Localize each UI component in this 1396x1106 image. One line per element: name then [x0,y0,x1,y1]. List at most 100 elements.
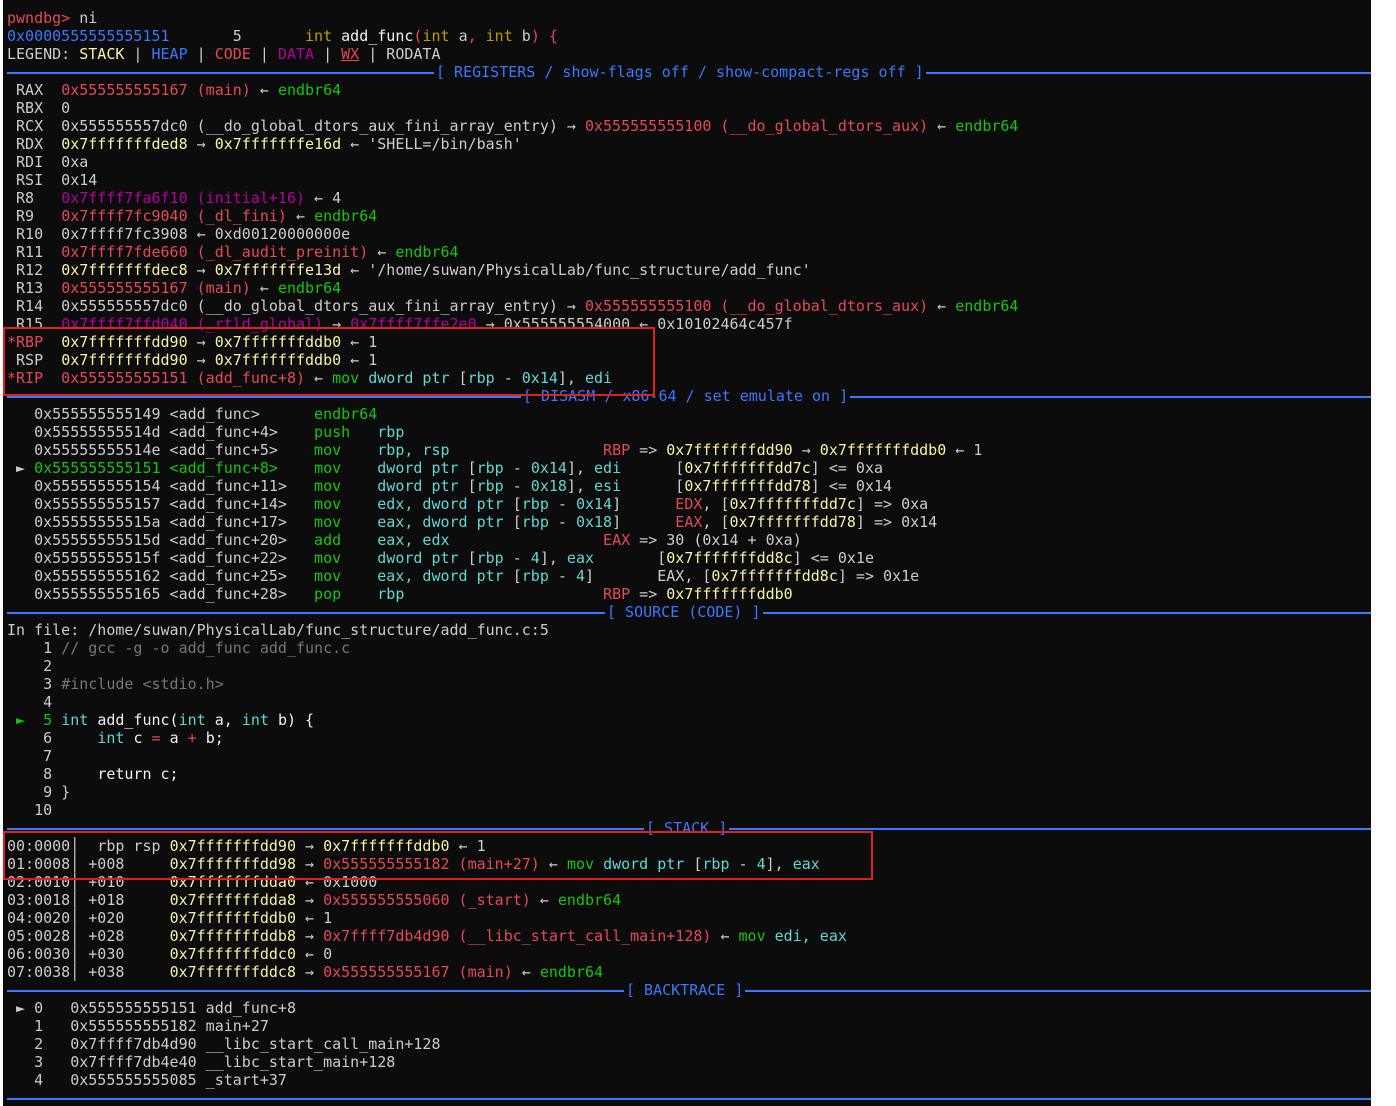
text-segment: rbp [521,495,549,513]
text-segment: R10 0x7ffff7fc3908 ← 0xd00120000000e [7,225,351,243]
text-segment: int [422,27,459,45]
reg-rdx: RDX 0x7fffffffded8 → 0x7fffffffe16d ← 'S… [7,135,1371,153]
text-segment: , [ [702,495,730,513]
text-segment: ← [368,243,396,261]
text-segment: ], [765,855,793,873]
text-segment: RBP [603,585,631,603]
text-segment: mov [314,567,378,585]
stack-row: 07:0038│ +038 0x7fffffffddc8 → 0x5555555… [7,963,1371,981]
text-segment: 0x555555555149 <add_func> [7,405,315,423]
text-segment: 0x7fffffffdec8 [61,261,188,279]
text-segment: R15 [7,315,62,333]
text-segment: 4 [756,855,766,873]
text-segment: [ [512,513,522,531]
disasm-line: 0x55555555515f <add_func+22> mov dword p… [7,549,1371,567]
text-segment: ← 0 [296,945,333,963]
text-segment: 0x7fffffffdd7c [684,459,811,477]
text-segment: ← 1 [341,351,378,369]
text-segment: [ [458,369,468,387]
text-segment: - [548,567,576,585]
text-segment: | [314,45,342,63]
source-file-line: In file: /home/suwan/PhysicalLab/func_st… [7,621,1371,639]
text-segment: int [97,729,134,747]
text-segment: - [548,513,576,531]
text-segment: ] => 0x14 [855,513,938,531]
text-segment: endbr64 [277,279,342,297]
text-segment: | RODATA [359,45,441,63]
disasm-line: 0x555555555165 <add_func+28> pop rbp RBP… [7,585,1371,603]
text-segment: 02:0010│ +010 [7,873,170,891]
reg-r8: R8 0x7ffff7fa6f10 (initial+16) ← 4 [7,189,1371,207]
text-segment: 0x7fffffffdda0 [169,873,296,891]
text-segment: eax, edx [377,531,604,549]
stack-header: [ STACK ] [7,819,1371,837]
source-line: 9 } [7,783,1371,801]
text-segment: ← [539,855,567,873]
text-segment: 0x555555555165 <add_func+28> [7,585,315,603]
text-segment: ← 1 [449,837,486,855]
text-segment: mov [332,369,369,387]
text-segment: 9 } [7,783,71,801]
text-segment: mov [314,459,378,477]
text-segment: ] [612,513,676,531]
text-segment: 0x14 [521,369,558,387]
text-segment: ← 1 [341,333,378,351]
text-segment: 0x7fffffffdd78 [729,513,856,531]
text-segment: 0x7fffffffddc0 [169,945,296,963]
registers-header: [ REGISTERS / show-flags off / show-comp… [7,63,1371,81]
text-segment: esi [594,477,676,495]
text-segment: add [314,531,378,549]
source-line: 7 [7,747,1371,765]
text-segment: 5 [169,27,306,45]
source-line: 10 [7,801,1371,819]
text-segment: return c; [97,765,179,783]
text-segment: 0x7fffffffddb0 [819,441,947,459]
reg-rdi: RDI 0xa [7,153,1371,171]
stack-row: 03:0018│ +018 0x7fffffffdda8 → 0x5555555… [7,891,1371,909]
terminal-window[interactable]: pwndbg> ni 0x0000555555555151 5 int add_f… [3,0,1371,1106]
text-segment: → [296,891,324,909]
stack-row: 04:0020│ +020 0x7fffffffddb0 ← 1 [7,909,1371,927]
text-segment: => [630,441,667,459]
text-segment: R14 0x555555557dc0 (__do_global_dtors_au… [7,297,585,315]
text-segment: RAX [7,81,62,99]
stack-row: 05:0028│ +028 0x7fffffffddb8 → 0x7ffff7d… [7,927,1371,945]
section-label: [ BACKTRACE ] [624,981,746,999]
text-segment: b [521,27,531,45]
text-segment: 4 0x555555555085 _start+37 [7,1071,287,1089]
text-segment: 0x55555555515d <add_func+20> [7,531,315,549]
text-segment: 0x7fffffffdd78 [684,477,811,495]
text-segment: ← [928,297,956,315]
text-segment: ← [250,81,278,99]
text-segment: 0x7fffffffddb0 [214,333,342,351]
text-segment: pop [314,585,378,603]
text-segment: rbp [476,549,504,567]
text-segment: 03:0018│ +018 [7,891,170,909]
text-segment: 0x7fffffffdd7c [729,495,856,513]
text-segment: RBX 0 [7,99,71,117]
text-segment: 00:0000│ rbp rsp [7,837,170,855]
text-segment: | [124,45,152,63]
text-segment: 0x7fffffffddb8 [169,927,296,945]
text-segment: 0x7ffff7ffe2e0 [350,315,477,333]
text-segment: 4 [575,567,585,585]
text-segment: 0x55555555514e <add_func+5> [7,441,315,459]
text-segment: => 30 (0x14 + 0xa) [630,531,802,549]
text-segment: → [323,315,351,333]
stack-row: 01:0008│ +008 0x7fffffffdd98 → 0x5555555… [7,855,1371,873]
text-segment: In file: /home/suwan/PhysicalLab/func_st… [7,621,549,639]
source-line: 1 // gcc -g -o add_func add_func.c [7,639,1371,657]
text-segment: RDX [7,135,62,153]
text-segment: = [151,729,170,747]
text-segment: 7 [7,747,53,765]
text-segment: *RIP 0x555555555151 (add_func+8) [7,369,306,387]
backtrace-frame: 3 0x7ffff7db4e40 __libc_start_main+128 [7,1053,1371,1071]
text-segment: 3 0x7ffff7db4e40 __libc_start_main+128 [7,1053,396,1071]
text-segment: R13 [7,279,62,297]
separator-rule [7,1098,1371,1100]
text-segment: + [187,729,206,747]
text-segment: → 0x555555554000 ← 0x10102464c457f [476,315,793,333]
section-label: [ SOURCE (CODE) ] [605,603,763,621]
text-segment: - [503,459,531,477]
text-segment: eax [792,855,820,873]
